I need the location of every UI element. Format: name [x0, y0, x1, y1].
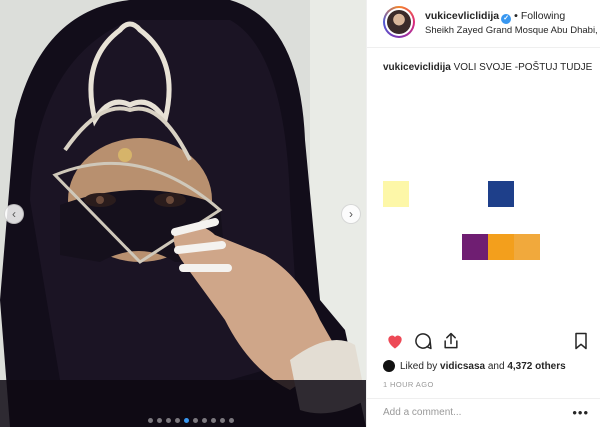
- carousel-dot: [166, 418, 171, 423]
- post-header: vukicevliclidija ✓ • Following Sheikh Zayed…: [367, 0, 600, 48]
- instagram-post: ‹ › vukicevliclidija ✓ • Following Sheikh Z…: [0, 0, 600, 427]
- color-swatch-light-orange: [514, 234, 540, 260]
- comment-input[interactable]: [383, 407, 563, 418]
- like-heart-icon[interactable]: [385, 331, 407, 353]
- post-caption: vukiceviclidija VOLI SVOJE -POŠTUJ TUDJE: [383, 62, 592, 73]
- comment-bar: •••: [367, 398, 600, 427]
- caption-text: VOLI SVOJE -POŠTUJ TUDJE: [453, 62, 593, 73]
- previous-image-button[interactable]: ‹: [4, 204, 24, 224]
- share-icon[interactable]: [441, 331, 463, 353]
- next-image-button[interactable]: ›: [341, 204, 361, 224]
- header-username-row: vukicevliclidija ✓ • Following: [425, 10, 565, 24]
- username-link[interactable]: vukicevliclidija: [425, 10, 499, 22]
- caption-username[interactable]: vukiceviclidija: [383, 62, 451, 73]
- save-bookmark-icon[interactable]: [571, 331, 593, 353]
- likes-and: and: [487, 360, 505, 372]
- carousel-dot: [193, 418, 198, 423]
- action-bar: [383, 331, 593, 355]
- avatar-image: [387, 10, 411, 34]
- likes-summary: Liked by vidicsasa and 4,372 others: [383, 360, 566, 372]
- more-options-icon[interactable]: •••: [572, 405, 589, 420]
- separator-dot: •: [514, 10, 518, 22]
- post-details-panel: vukicevliclidija ✓ • Following Sheikh Zayed…: [366, 0, 600, 427]
- likes-count-link[interactable]: 4,372 others: [507, 361, 565, 372]
- color-swatch-orange: [488, 234, 514, 260]
- post-timestamp[interactable]: 1 HOUR AGO: [383, 380, 434, 389]
- carousel-dot: [175, 418, 180, 423]
- liker-username[interactable]: vidicsasa: [440, 361, 485, 372]
- carousel-dot: [148, 418, 153, 423]
- post-image[interactable]: ‹ ›: [0, 0, 366, 427]
- carousel-dot: [229, 418, 234, 423]
- likes-prefix: Liked by: [400, 360, 438, 372]
- carousel-indicator: [148, 418, 234, 423]
- color-swatch-purple: [462, 234, 488, 260]
- carousel-dot: [220, 418, 225, 423]
- color-swatch-navy: [488, 181, 514, 207]
- color-swatch-yellow: [383, 181, 409, 207]
- carousel-dot: [202, 418, 207, 423]
- location-link[interactable]: Sheikh Zayed Grand Mosque Abu Dhabi, U..…: [425, 25, 600, 36]
- comment-icon[interactable]: [413, 331, 435, 353]
- carousel-dot: [157, 418, 162, 423]
- verified-badge-icon: ✓: [501, 14, 512, 24]
- carousel-dot: [211, 418, 216, 423]
- avatar[interactable]: [383, 6, 415, 38]
- following-button[interactable]: Following: [521, 10, 565, 22]
- liker-avatar[interactable]: [383, 360, 395, 372]
- photo-illustration: [0, 0, 366, 427]
- carousel-dot: [184, 418, 189, 423]
